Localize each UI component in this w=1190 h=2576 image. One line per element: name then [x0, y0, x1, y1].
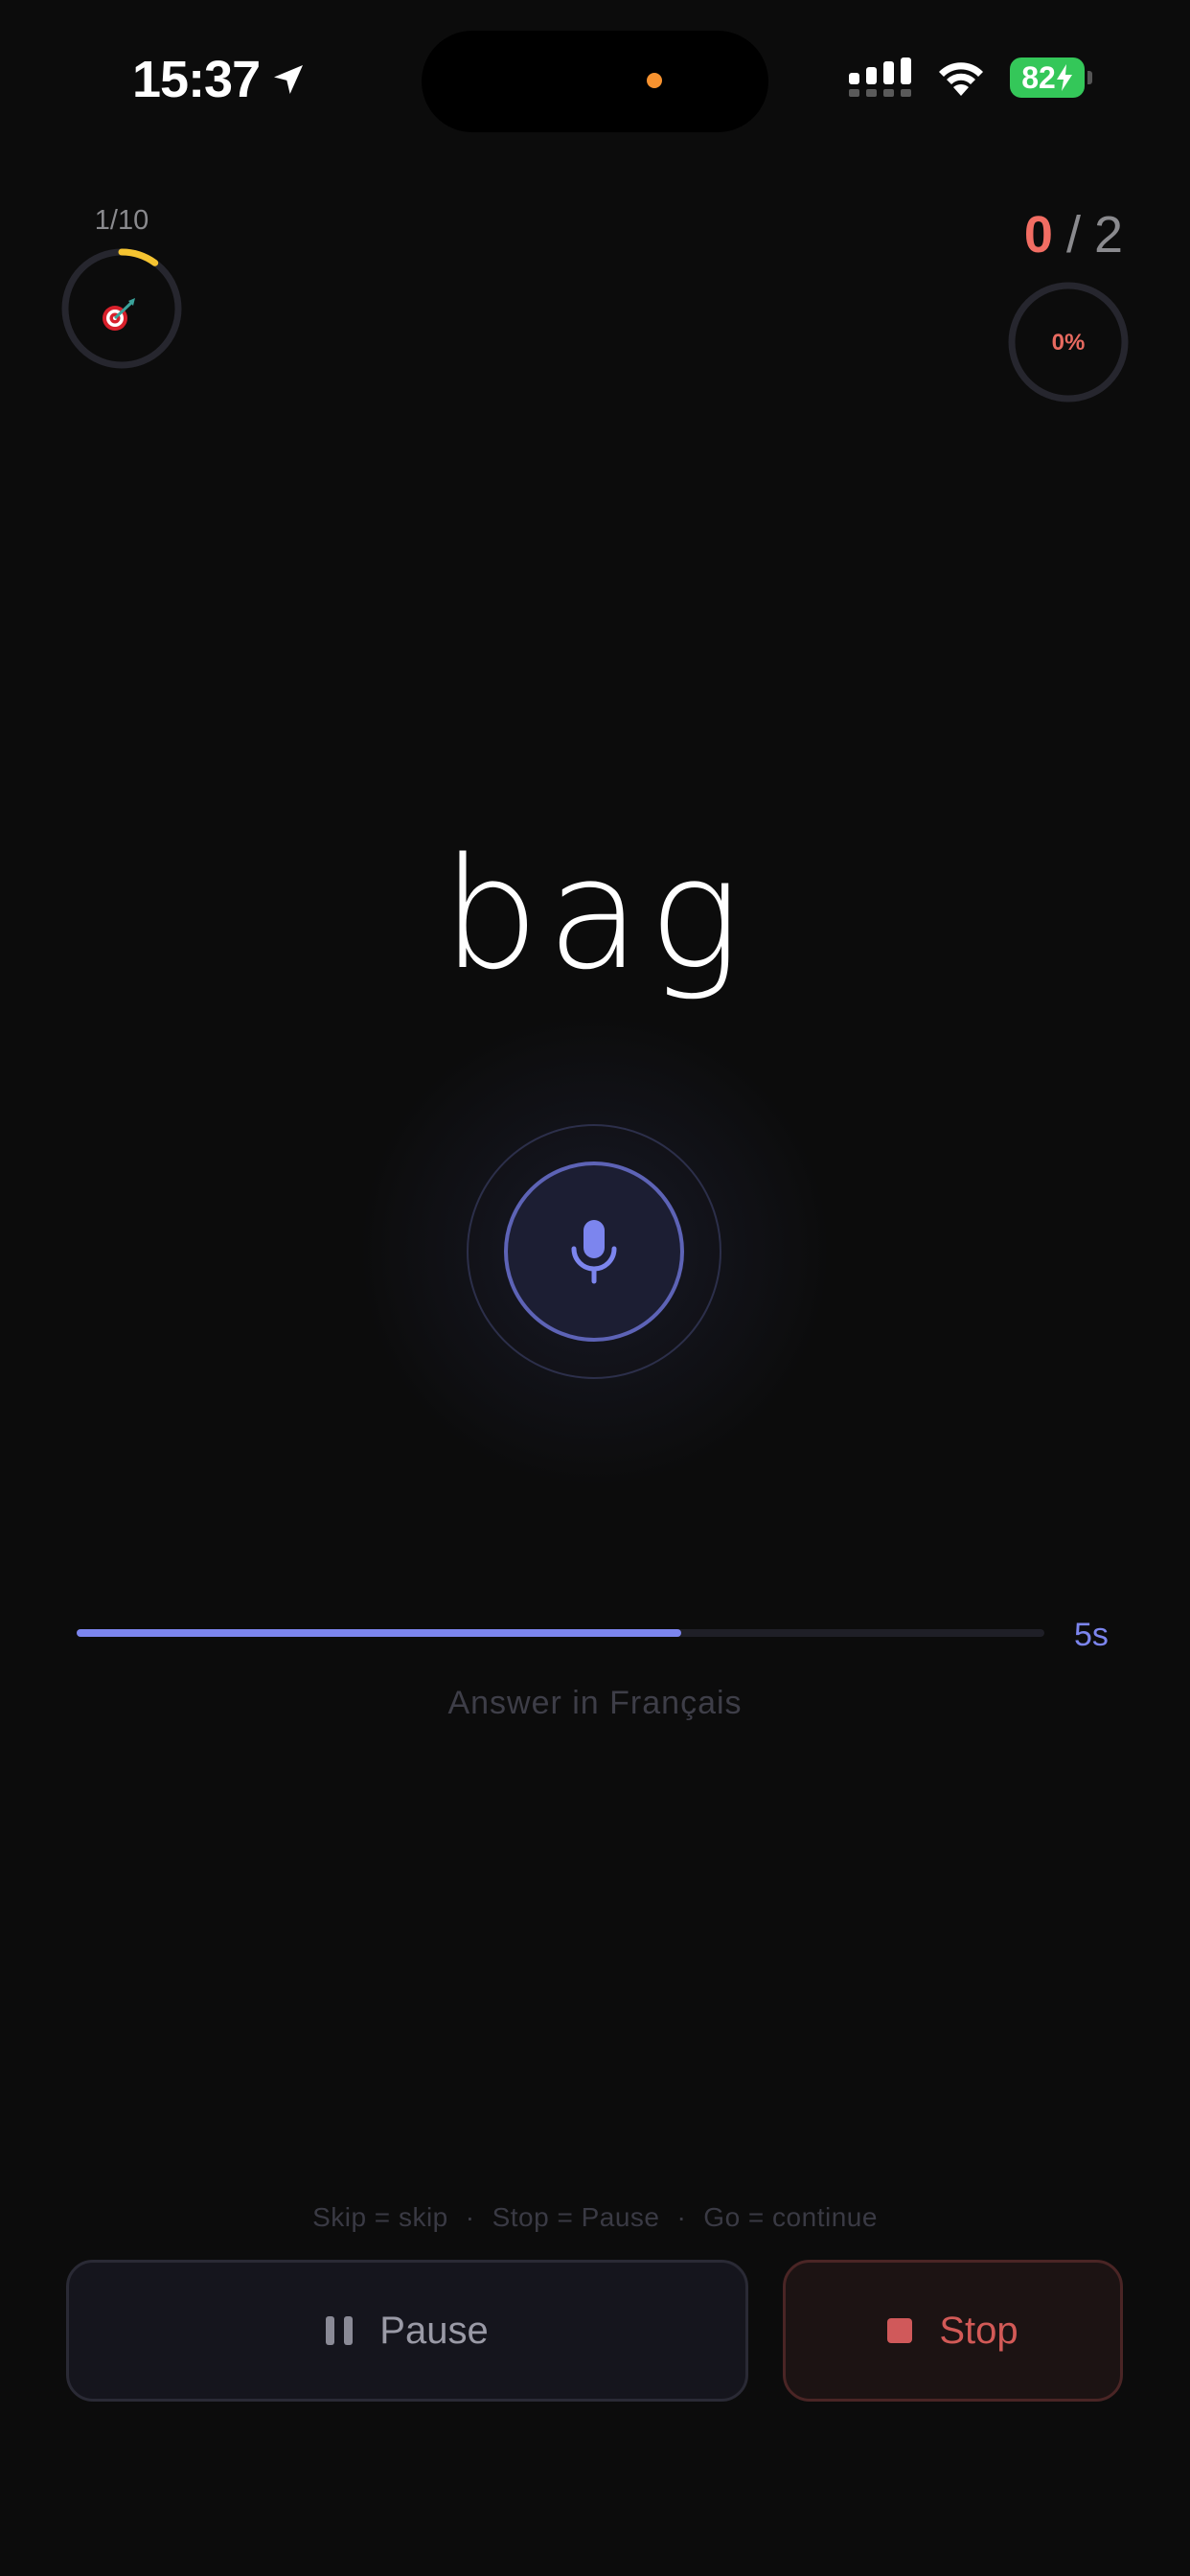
voice-shortcuts: Skip = skip · Stop = Pause · Go = continue — [0, 2202, 1190, 2233]
shortcut-separator: · — [465, 2202, 475, 2232]
stop-icon — [887, 2318, 913, 2343]
stop-button[interactable]: Stop — [783, 2260, 1123, 2402]
shortcut-go: Go = continue — [703, 2202, 878, 2232]
microphone-icon — [571, 1220, 617, 1284]
prompt-word: bag — [442, 824, 748, 1003]
accuracy-percent: 0% — [1051, 330, 1086, 356]
battery-charging-icon: 82 — [1010, 58, 1092, 98]
shortcut-skip: Skip = skip — [312, 2202, 448, 2232]
pause-button-label: Pause — [379, 2309, 489, 2352]
battery-level: 82 — [1021, 59, 1056, 95]
clock: 15:37 — [132, 51, 261, 108]
microphone-button[interactable] — [504, 1162, 684, 1342]
shortcut-stop: Stop = Pause — [492, 2202, 660, 2232]
timer-label: 5s — [1074, 1617, 1109, 1653]
status-indicators: 82 — [849, 58, 1092, 98]
stop-button-label: Stop — [939, 2309, 1018, 2352]
cellular-signal-icon — [849, 58, 911, 97]
location-arrow-icon — [274, 65, 304, 94]
score-display: 0 / 2 — [1024, 205, 1123, 264]
question-counter: 1/10 — [94, 205, 149, 236]
pause-button[interactable]: Pause — [66, 2260, 748, 2402]
score-correct: 0 — [1023, 206, 1053, 264]
timer-bar — [77, 1629, 1044, 1637]
status-time: 15:37 — [132, 50, 308, 109]
shortcut-separator: · — [676, 2202, 687, 2232]
target-dart-icon — [103, 298, 135, 331]
pause-icon — [326, 2316, 354, 2345]
score-separator: / — [1065, 206, 1081, 264]
timer-bar-fill — [77, 1629, 682, 1637]
wifi-icon — [939, 62, 983, 96]
dynamic-island — [422, 31, 768, 132]
answer-language-hint: Answer in Français — [447, 1685, 743, 1721]
privacy-indicator — [647, 73, 662, 88]
score-total: 2 — [1093, 206, 1123, 264]
